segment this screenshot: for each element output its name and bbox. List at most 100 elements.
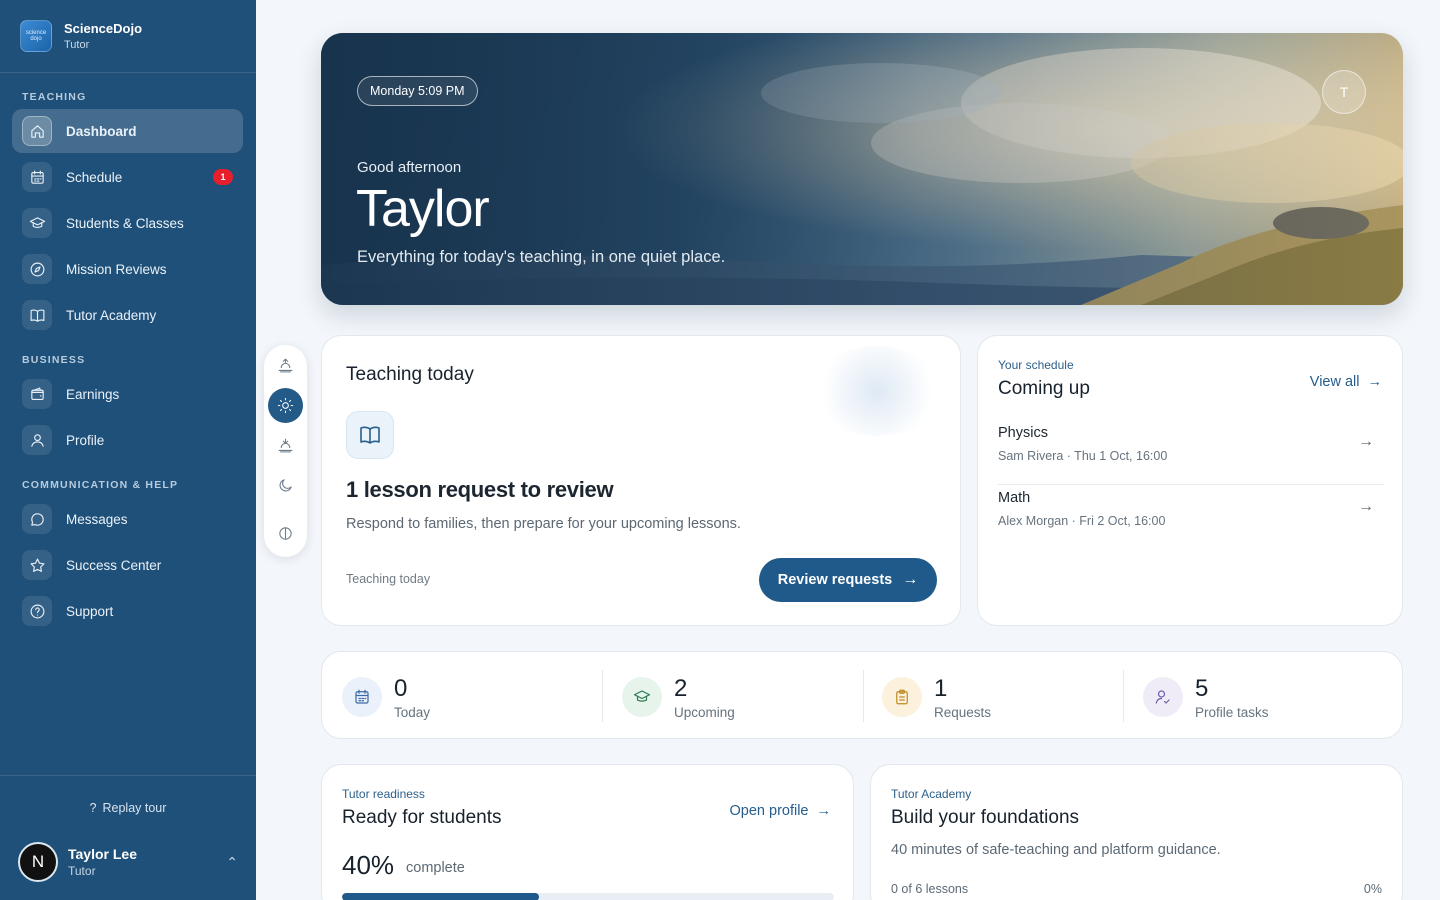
lesson-request-headline: 1 lesson request to review	[346, 477, 614, 502]
calendar-icon	[342, 677, 382, 717]
link-label: View all	[1309, 374, 1360, 390]
divider	[863, 670, 864, 722]
card-overline: Your schedule	[998, 358, 1074, 372]
hero-tagline: Everything for today's teaching, in one …	[357, 248, 726, 266]
sidebar-item-dashboard[interactable]: Dashboard	[12, 109, 243, 153]
clipboard-icon	[882, 677, 922, 717]
stat-upcoming[interactable]: 2 Upcoming	[622, 670, 735, 724]
notification-badge: 1	[213, 169, 233, 185]
brand-role: Tutor	[64, 39, 90, 51]
arrow-right-icon: →	[902, 571, 919, 588]
theme-toolbar	[264, 345, 307, 557]
list-item[interactable]: Math Alex Morgan · Fri 2 Oct, 16:00 →	[998, 486, 1384, 550]
tutor-academy-card: Tutor Academy Build your foundations 40 …	[870, 764, 1403, 900]
user-menu[interactable]: N Taylor Lee Tutor ⌃	[18, 842, 238, 882]
sidebar-item-tutor-academy[interactable]: Tutor Academy	[12, 293, 243, 337]
stat-today[interactable]: 0 Today	[342, 670, 430, 724]
avatar: N	[18, 842, 58, 882]
arrow-right-icon: →	[1367, 374, 1383, 390]
sidebar-item-earnings[interactable]: Earnings	[12, 372, 243, 416]
arrow-right-icon: →	[1358, 498, 1374, 515]
link-label: Open profile	[729, 803, 809, 819]
calendar-icon	[22, 162, 52, 192]
sidebar-item-messages[interactable]: Messages	[12, 497, 243, 541]
arrow-right-icon: →	[1358, 433, 1374, 450]
stat-value: 0	[394, 674, 408, 702]
book-icon	[22, 300, 52, 330]
section-label-business: BUSINESS	[22, 354, 86, 366]
list-item[interactable]: Physics Sam Rivera · Thu 1 Oct, 16:00 →	[998, 421, 1384, 485]
stat-label: Profile tasks	[1195, 704, 1269, 720]
brand[interactable]: science dojo ScienceDojo Tutor	[20, 20, 142, 52]
section-label-communication: COMMUNICATION & HELP	[22, 479, 179, 491]
sidebar-item-label: Support	[66, 603, 114, 619]
chevron-up-icon[interactable]: ⌃	[226, 854, 238, 871]
sidebar-item-label: Students & Classes	[66, 215, 184, 231]
tutor-readiness-card: Tutor readiness Ready for students Open …	[321, 764, 854, 900]
card-title: Build your foundations	[891, 807, 1080, 828]
sunrise-icon[interactable]	[268, 348, 303, 383]
divider	[1123, 670, 1124, 722]
sun-icon[interactable]	[268, 388, 303, 423]
brand-name: ScienceDojo	[64, 21, 143, 36]
graduation-cap-icon	[22, 208, 52, 238]
card-overline: Tutor readiness	[342, 787, 425, 801]
review-requests-button[interactable]: Review requests →	[759, 558, 937, 602]
wallet-icon	[22, 379, 52, 409]
sidebar-item-profile[interactable]: Profile	[12, 418, 243, 462]
sidebar-item-success-center[interactable]: Success Center	[12, 543, 243, 587]
sunset-icon[interactable]	[268, 428, 303, 463]
stat-value: 5	[1195, 674, 1209, 702]
replay-tour-button[interactable]: ? Replay tour	[0, 801, 256, 815]
sidebar-item-mission-reviews[interactable]: Mission Reviews	[12, 247, 243, 291]
user-role: Tutor	[68, 864, 96, 878]
open-profile-link[interactable]: Open profile →	[730, 803, 832, 819]
message-icon	[22, 504, 52, 534]
divider	[0, 72, 256, 73]
arrow-right-icon: →	[816, 803, 832, 819]
contrast-icon[interactable]	[268, 516, 303, 551]
stat-label: Upcoming	[674, 704, 735, 720]
stats-strip: 0 Today 2 Upcoming 1 Requests 5 Profile task…	[321, 651, 1403, 739]
card-title: Coming up	[998, 378, 1090, 399]
academy-description: 40 minutes of safe-teaching and platform…	[891, 842, 1221, 858]
card-title: Ready for students	[342, 807, 502, 828]
sidebar-item-label: Messages	[66, 511, 128, 527]
sidebar-item-support[interactable]: Support	[12, 589, 243, 633]
stat-profile-tasks[interactable]: 5 Profile tasks	[1143, 670, 1269, 724]
lesson-meta: Sam Rivera · Thu 1 Oct, 16:00	[998, 449, 1168, 463]
time-pill: Monday 5:09 PM	[357, 76, 478, 106]
section-label-teaching: TEACHING	[22, 91, 87, 103]
sidebar-item-label: Tutor Academy	[66, 307, 157, 323]
hero-banner: Monday 5:09 PM T Good afternoon Taylor E…	[321, 33, 1403, 305]
sidebar-item-students-classes[interactable]: Students & Classes	[12, 201, 243, 245]
stat-value: 1	[934, 674, 948, 702]
decorative-glow	[812, 346, 942, 436]
lesson-meta: Alex Morgan · Fri 2 Oct, 16:00	[998, 514, 1166, 528]
stat-requests[interactable]: 1 Requests	[882, 670, 991, 724]
star-icon	[22, 550, 52, 580]
avatar[interactable]: T	[1322, 70, 1366, 114]
view-all-link[interactable]: View all →	[1310, 374, 1382, 390]
lesson-request-description: Respond to families, then prepare for yo…	[346, 516, 741, 532]
sidebar-item-label: Dashboard	[66, 123, 137, 139]
question-icon: ?	[89, 801, 97, 815]
sidebar-item-schedule[interactable]: Schedule 1	[12, 155, 243, 199]
card-footer-label: Teaching today	[346, 572, 431, 586]
stat-label: Today	[394, 704, 431, 720]
academy-percent: 0%	[1363, 882, 1382, 896]
readiness-percent-label: complete	[406, 860, 465, 876]
sidebar-item-label: Success Center	[66, 557, 162, 573]
user-icon	[22, 425, 52, 455]
graduation-cap-icon	[622, 677, 662, 717]
moon-icon[interactable]	[268, 468, 303, 503]
schedule-card: Your schedule Coming up View all → Physi…	[977, 335, 1403, 626]
sidebar-item-label: Mission Reviews	[66, 261, 167, 277]
user-check-icon	[1143, 677, 1183, 717]
sidebar-item-label: Profile	[66, 432, 105, 448]
brand-logo: science dojo	[20, 20, 52, 52]
user-name: Taylor Lee	[68, 846, 137, 862]
help-circle-icon	[22, 596, 52, 626]
sidebar-item-label: Schedule	[66, 169, 123, 185]
button-label: Review requests	[777, 572, 893, 588]
